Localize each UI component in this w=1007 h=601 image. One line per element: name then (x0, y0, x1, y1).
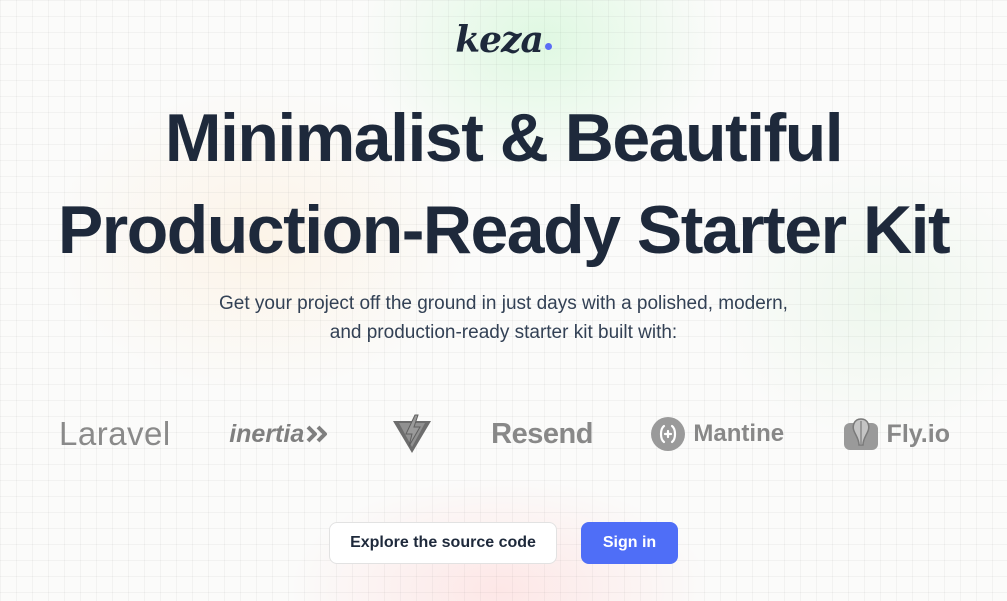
mantine-logo: Mantine (651, 417, 784, 451)
laravel-logo: Laravel (59, 415, 171, 453)
mantine-icon (651, 417, 686, 451)
resend-logo-text: Resend (491, 417, 593, 450)
brand-logo-dot (544, 43, 552, 50)
hero-subtitle-line-1: Get your project off the ground in just … (219, 293, 788, 314)
double-chevron-right-icon (306, 425, 328, 443)
explore-source-code-button[interactable]: Explore the source code (329, 522, 557, 564)
resend-logo: Resend (491, 418, 593, 451)
hero-title: Minimalist & Beautiful Production-Ready … (0, 92, 1007, 276)
flyio-logo-text: Fly.io (886, 419, 950, 448)
vite-logo (391, 413, 433, 455)
inertia-logo: inertia (229, 420, 332, 449)
hero-actions: Explore the source code Sign in (0, 522, 1007, 564)
hero-title-line-2: Production-Ready Starter Kit (57, 192, 951, 268)
vite-icon (392, 414, 431, 453)
brand-logo-text: keza (455, 19, 544, 61)
sign-in-button[interactable]: Sign in (581, 522, 678, 564)
flyio-logo: Fly.io (843, 417, 950, 451)
brand-logo[interactable]: keza (0, 18, 1007, 62)
fly-balloon-icon (843, 418, 878, 450)
hero-subtitle-line-2: and production-ready starter kit built w… (329, 322, 678, 343)
tech-logo-row: Laravel inertia Resend Mantine Fly.io (50, 410, 960, 458)
laravel-logo-text: Laravel (59, 415, 171, 452)
hero-subtitle: Get your project off the ground in just … (0, 289, 1007, 347)
mantine-logo-text: Mantine (693, 420, 785, 447)
inertia-logo-text: inertia (229, 419, 305, 448)
hero-title-line-1: Minimalist & Beautiful (164, 100, 844, 176)
